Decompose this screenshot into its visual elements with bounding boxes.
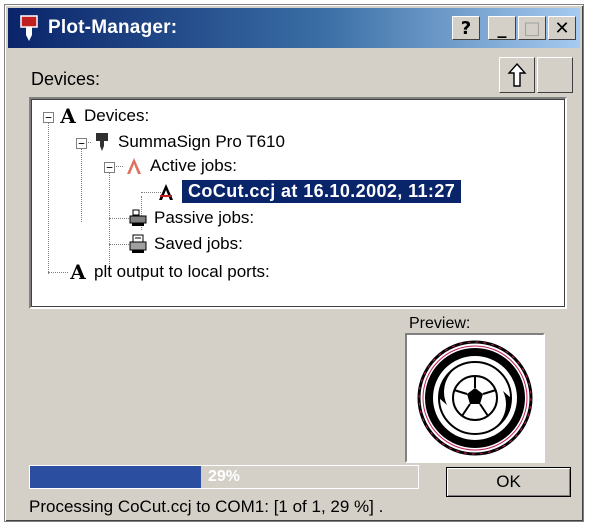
tree-node-label: plt output to local ports: [94,262,270,281]
tree-node-passive-jobs[interactable]: Passive jobs: [128,208,254,228]
preview-pane [405,333,545,463]
tree-node-saved-jobs[interactable]: Saved jobs: [128,234,243,254]
plotter-device-icon [96,133,108,151]
tree-node-label: SummaSign Pro T610 [118,132,285,151]
job-file-icon [159,183,173,200]
tree-node-summasign[interactable]: SummaSign Pro T610 [92,132,285,152]
blank-toolbar-button[interactable] [537,57,573,93]
maximize-button[interactable]: □ [518,16,546,40]
title-bar-buttons: ? _ □ ✕ [452,16,576,40]
selected-job-label: CoCut.ccj at 16.10.2002, 11:27 [182,180,462,203]
active-jobs-expander[interactable]: − [104,162,115,173]
tree-node-active-job[interactable]: CoCut.ccj at 16.10.2002, 11:27 [156,180,462,203]
active-jobs-icon [127,158,141,174]
tree-node-plt-output[interactable]: A plt output to local ports: [68,262,270,282]
status-text: Processing CoCut.ccj to COM1: [1 of 1, 2… [29,497,384,516]
passive-jobs-icon [129,209,147,226]
tree-node-label: Saved jobs: [154,234,243,253]
device-a-icon: A [58,106,78,126]
devices-tree[interactable]: − A Devices: − SummaSign Pro T610 − Acti… [29,97,567,309]
up-arrow-icon [507,62,527,87]
devices-label: Devices: [31,69,101,89]
minimize-button[interactable]: _ [488,16,516,40]
tree-area: − A Devices: − SummaSign Pro T610 − Acti… [31,99,565,307]
plot-manager-window: Plot-Manager: ? _ □ ✕ Devices: − A Devic… [4,4,584,522]
progress-bar: 29% [29,465,419,489]
preview-label: Preview: [409,315,471,332]
port-a-icon: A [68,262,88,282]
saved-jobs-icon [129,234,147,253]
tree-node-active-jobs[interactable]: Active jobs: [124,156,237,176]
ok-button[interactable]: OK [446,467,571,497]
tree-node-label: Active jobs: [150,156,237,175]
tree-node-label: Devices: [84,106,150,125]
preview-logo-image [417,340,533,456]
close-button[interactable]: ✕ [548,16,576,40]
progress-text: 29% [207,468,241,485]
root-expander[interactable]: − [43,112,54,123]
tree-node-label: Passive jobs: [154,208,255,227]
plotter-icon [20,15,38,41]
device-expander[interactable]: − [76,138,87,149]
window-title: Plot-Manager: [48,17,178,38]
title-bar[interactable]: Plot-Manager: ? _ □ ✕ [8,8,580,48]
up-level-button[interactable] [499,57,535,93]
tree-node-devices[interactable]: A Devices: [58,106,149,126]
help-button[interactable]: ? [452,16,480,40]
